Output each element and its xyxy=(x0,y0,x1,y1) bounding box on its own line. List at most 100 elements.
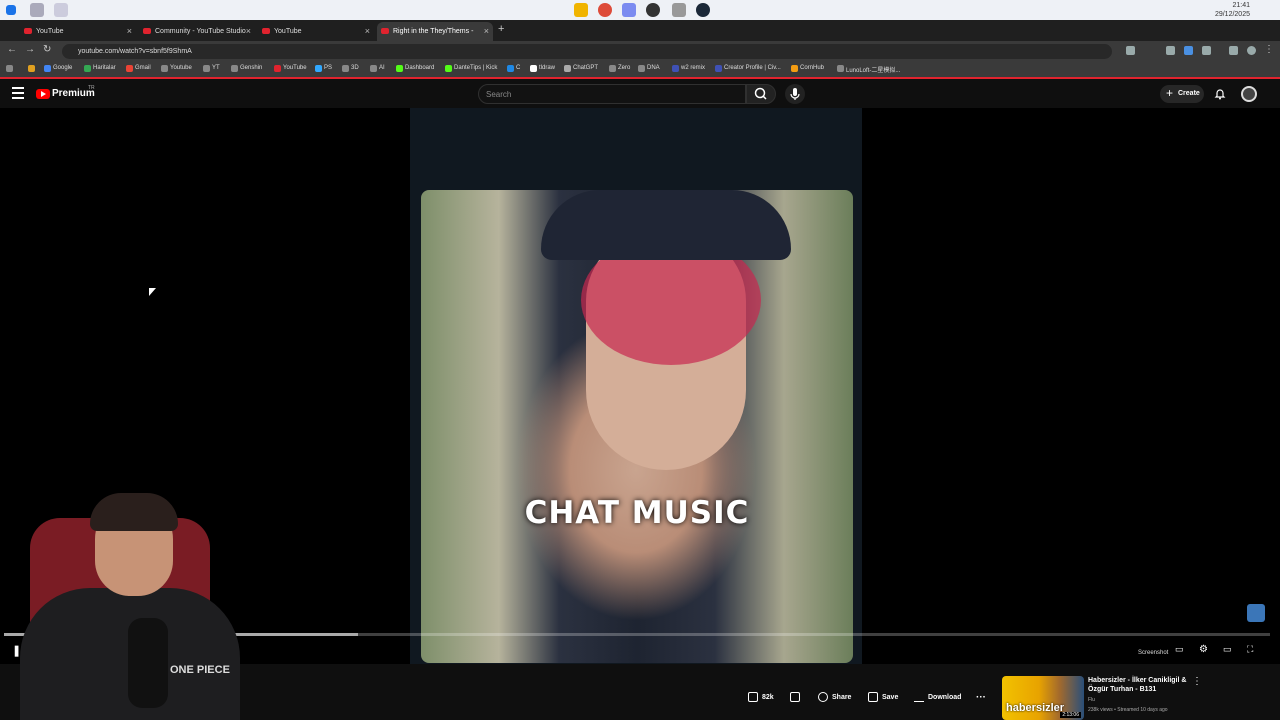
profile-icon[interactable] xyxy=(1247,46,1256,55)
bookmark-item[interactable]: Dashboard xyxy=(396,65,434,72)
recommended-video-meta: 238k views • Streamed 10 days ago xyxy=(1088,707,1168,713)
bookmark-item[interactable]: Creator Profile | Civ... xyxy=(715,65,781,72)
search-icon xyxy=(754,87,767,100)
browser-tab[interactable]: YouTube × xyxy=(20,22,136,41)
close-icon[interactable]: × xyxy=(365,22,370,41)
close-icon[interactable]: × xyxy=(246,22,251,41)
shirt-logo-text: ONE PIECE xyxy=(170,664,230,676)
video-caption-text: CHAT MUSIC xyxy=(524,495,750,531)
bookmarks-bar: Google Haritalar Gmail Youtube YT Genshi… xyxy=(0,61,1280,79)
extension-icon[interactable] xyxy=(1126,46,1135,55)
bookmark-item[interactable]: DNA xyxy=(638,65,660,72)
close-icon[interactable]: × xyxy=(127,22,132,41)
notifications-bell-icon[interactable] xyxy=(1214,87,1226,100)
bookmark-item[interactable]: Haritalar xyxy=(84,65,116,72)
hamburger-menu-icon[interactable] xyxy=(12,87,24,99)
bookmark-item[interactable]: Zero xyxy=(609,65,630,72)
search-icon[interactable] xyxy=(30,3,44,17)
file-explorer-icon[interactable] xyxy=(574,3,588,17)
bookmark-item[interactable]: LunoLoft-二星模拟... xyxy=(837,65,900,74)
dislike-button[interactable] xyxy=(790,690,804,706)
bookmark-item[interactable]: CornHub xyxy=(791,65,824,72)
youtube-favicon-icon xyxy=(262,28,270,34)
bookmark-item[interactable]: PS xyxy=(315,65,332,72)
bookmark-item[interactable]: Youtube xyxy=(161,65,192,72)
bookmark-item[interactable]: AI xyxy=(370,65,385,72)
browser-tab-bar: YouTube × Community - YouTube Studio × Y… xyxy=(0,20,1280,52)
recommended-video-thumbnail[interactable]: habersizler 2:13:06 xyxy=(1002,676,1084,720)
steam-icon[interactable] xyxy=(696,3,710,17)
create-button[interactable]: Create xyxy=(1160,84,1204,103)
fullscreen-icon[interactable]: ⛶ xyxy=(1247,644,1253,655)
screenshot-tooltip: Screenshot xyxy=(1138,650,1169,656)
extensions-puzzle-icon[interactable] xyxy=(1202,46,1211,55)
tab-title: YouTube xyxy=(36,28,64,35)
os-taskbar: 21:41 29/12/2025 xyxy=(0,0,1280,20)
country-code: TR xyxy=(88,85,95,91)
url-text: youtube.com/watch?v=sbnf5f9ShmA xyxy=(78,48,192,55)
tab-title: Right in the They/Thems - xyxy=(393,28,474,35)
overlay-widget-icon[interactable] xyxy=(1247,604,1265,622)
streamer-hair xyxy=(90,493,178,531)
streamer-webcam-overlay: ONE PIECE xyxy=(0,488,240,720)
bookmark-item[interactable]: DanteTips | Kick xyxy=(445,65,497,72)
voice-search-button[interactable] xyxy=(785,84,805,104)
bookmark-item[interactable]: ChatGPT xyxy=(564,65,598,72)
app-icon[interactable] xyxy=(672,3,686,17)
bookmark-item[interactable]: Gmail xyxy=(126,65,151,72)
chrome-icon[interactable] xyxy=(598,3,612,17)
forward-icon[interactable]: → xyxy=(25,44,35,55)
subtitles-icon[interactable]: ▭ xyxy=(1175,644,1184,655)
extension-icon[interactable] xyxy=(1166,46,1175,55)
bookmark-item[interactable]: YouTube xyxy=(274,65,307,72)
search-input[interactable]: Search xyxy=(478,84,746,104)
tab-title: Community - YouTube Studio xyxy=(155,28,246,35)
windows-start-icon[interactable] xyxy=(6,5,16,15)
download-button[interactable]: Download xyxy=(914,690,961,706)
bookmark-item[interactable]: tldraw xyxy=(530,65,555,72)
save-playlist-icon xyxy=(868,692,878,703)
more-actions-icon[interactable]: ··· xyxy=(976,690,986,706)
thumbnail-text: habersizler xyxy=(1006,702,1065,714)
search-button[interactable] xyxy=(746,84,776,104)
video-frame: CHAT MUSIC xyxy=(410,108,862,664)
bookmark-item[interactable]: YT xyxy=(203,65,220,72)
extension-icon[interactable] xyxy=(1184,46,1193,55)
app-icon[interactable] xyxy=(622,3,636,17)
youtube-favicon-icon xyxy=(24,28,32,34)
reload-icon[interactable]: ↻ xyxy=(43,44,51,55)
download-icon xyxy=(914,692,924,703)
like-count: 82k xyxy=(762,694,774,701)
back-icon[interactable]: ← xyxy=(7,44,17,55)
browser-tab[interactable]: Community - YouTube Studio × xyxy=(139,22,255,41)
recommended-video-title[interactable]: Habersizler - İlker Canikligil & Özgür T… xyxy=(1088,676,1188,694)
settings-gear-icon[interactable]: ⚙ xyxy=(1199,644,1208,655)
browser-toolbar: ← → ↻ youtube.com/watch?v=sbnf5f9ShmA ⋮ xyxy=(0,41,1280,61)
address-bar[interactable]: youtube.com/watch?v=sbnf5f9ShmA xyxy=(62,44,1112,59)
app-icon[interactable] xyxy=(646,3,660,17)
bookmark-item[interactable]: w2 remix xyxy=(672,65,705,72)
save-button[interactable]: Save xyxy=(868,690,898,706)
share-button[interactable]: Share xyxy=(818,690,851,706)
share-icon xyxy=(818,692,828,703)
sidebar-icon[interactable] xyxy=(1229,46,1238,55)
browser-tab-active[interactable]: Right in the They/Thems - × xyxy=(377,22,493,41)
account-avatar[interactable] xyxy=(1241,86,1257,102)
bookmark-item[interactable]: 3D xyxy=(342,65,359,72)
kebab-menu-icon[interactable]: ⋮ xyxy=(1264,44,1274,55)
bookmark-item[interactable]: Genshin xyxy=(231,65,262,72)
theater-mode-icon[interactable]: ▭ xyxy=(1223,644,1232,655)
recommended-more-icon[interactable]: ⋮ xyxy=(1192,676,1202,687)
thumbs-up-icon xyxy=(748,692,758,703)
bookmark-item[interactable]: Google xyxy=(44,65,72,72)
microphone-icon xyxy=(790,88,800,100)
share-label: Share xyxy=(832,694,852,701)
browser-tab[interactable]: YouTube × xyxy=(258,22,374,41)
task-view-icon[interactable] xyxy=(54,3,68,17)
bookmark-item[interactable]: C xyxy=(507,65,520,72)
close-icon[interactable]: × xyxy=(484,22,489,41)
tray-clock[interactable]: 21:41 29/12/2025 xyxy=(1215,1,1250,19)
like-button[interactable]: 82k xyxy=(748,690,774,706)
recommended-channel-name[interactable]: Flu xyxy=(1088,697,1095,703)
new-tab-button[interactable]: + xyxy=(498,23,504,35)
